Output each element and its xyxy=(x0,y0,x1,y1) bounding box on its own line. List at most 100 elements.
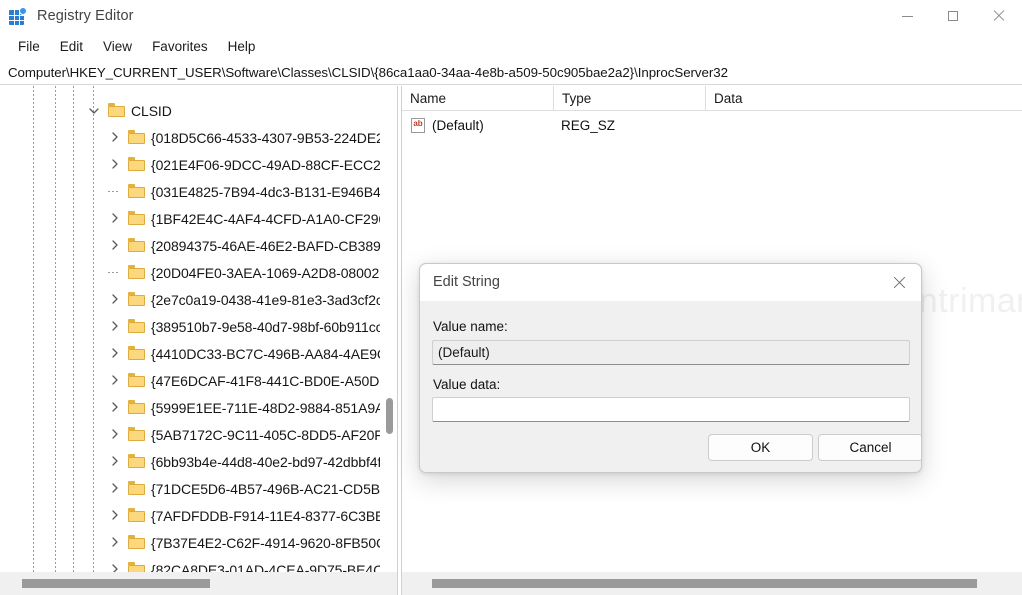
chevron-right-icon[interactable] xyxy=(106,237,122,253)
tree-item-label: {5999E1EE-711E-48D2-9884-851A9A6B1A11} xyxy=(151,399,380,416)
close-icon xyxy=(993,10,1005,22)
folder-icon xyxy=(128,373,145,387)
chevron-right-icon[interactable] xyxy=(106,156,122,172)
chevron-right-icon[interactable] xyxy=(106,129,122,145)
address-bar[interactable]: Computer\HKEY_CURRENT_USER\Software\Clas… xyxy=(0,60,1022,85)
folder-icon xyxy=(128,400,145,414)
value-name-input[interactable]: (Default) xyxy=(432,340,910,365)
chevron-right-icon[interactable] xyxy=(106,561,122,572)
tree-item-label: {20D04FE0-3AEA-1069-A2D8-08002B30309D} xyxy=(151,264,380,281)
tree-item-label: {20894375-46AE-46E2-BAFD-CB38975CDCE6} xyxy=(151,237,380,254)
tree-item[interactable]: {021E4F06-9DCC-49AD-88CF-ECC2DA314C8A} xyxy=(0,151,380,178)
tree-item-label: {389510b7-9e58-40d7-98bf-60b911cc7f93} xyxy=(151,318,380,335)
chevron-right-icon[interactable] xyxy=(106,534,122,550)
tree-connector xyxy=(108,191,120,192)
chevron-right-icon[interactable] xyxy=(106,453,122,469)
tree-item[interactable]: {71DCE5D6-4B57-496B-AC21-CD5B54EB93F5} xyxy=(0,475,380,502)
dialog-close-button[interactable] xyxy=(877,264,921,300)
folder-icon xyxy=(128,454,145,468)
tree-item[interactable]: {2e7c0a19-0438-41e9-81e3-3ad3cf2cb0e9} xyxy=(0,286,380,313)
tree-item-label: CLSID xyxy=(131,102,172,119)
folder-icon xyxy=(128,346,145,360)
registry-tree[interactable]: CLSID {018D5C66-4533-4307-9B53-224DE2ED1F… xyxy=(0,86,380,572)
value-name-cell: (Default) xyxy=(432,117,484,133)
folder-icon xyxy=(128,265,145,279)
tree-horizontal-scrollbar[interactable] xyxy=(0,572,397,595)
tree-item-label: {7AFDFDDB-F914-11E4-8377-6C3BE50D980C} xyxy=(151,507,380,524)
minimize-icon xyxy=(901,15,913,17)
folder-icon xyxy=(128,562,145,572)
folder-icon xyxy=(128,481,145,495)
tree-item-label: {47E6DCAF-41F8-441C-BD0E-A50D6C4F0C48} xyxy=(151,372,380,389)
tree-scrollbar-thumb[interactable] xyxy=(386,398,393,434)
folder-icon xyxy=(128,508,145,522)
tree-hscrollbar-thumb[interactable] xyxy=(22,579,210,588)
cancel-button[interactable]: Cancel xyxy=(818,434,921,461)
dialog-title: Edit String xyxy=(433,274,500,290)
value-data-input[interactable] xyxy=(432,397,910,422)
tree-item[interactable]: {6bb93b4e-44d8-40e2-bd97-42dbbf4ff3e2} xyxy=(0,448,380,475)
close-button[interactable] xyxy=(976,0,1022,32)
window-controls xyxy=(884,0,1022,32)
chevron-right-icon[interactable] xyxy=(106,345,122,361)
chevron-right-icon[interactable] xyxy=(106,480,122,496)
tree-item[interactable]: {20894375-46AE-46E2-BAFD-CB38975CDCE6} xyxy=(0,232,380,259)
maximize-icon xyxy=(948,11,958,21)
tree-item[interactable]: {7B37E4E2-C62F-4914-9620-8FB50C4E2F5C} xyxy=(0,529,380,556)
menu-item-favorites[interactable]: Favorites xyxy=(142,36,218,57)
tree-item[interactable]: {47E6DCAF-41F8-441C-BD0E-A50D6C4F0C48} xyxy=(0,367,380,394)
tree-item-label: {71DCE5D6-4B57-496B-AC21-CD5B54EB93F5} xyxy=(151,480,380,497)
dialog-title-bar: Edit String xyxy=(420,264,921,301)
tree-item-label: {018D5C66-4533-4307-9B53-224DE2ED1FE6} xyxy=(151,129,380,146)
tree-item[interactable]: {018D5C66-4533-4307-9B53-224DE2ED1FE6} xyxy=(0,124,380,151)
ok-button[interactable]: OK xyxy=(708,434,813,461)
tree-item-label: {6bb93b4e-44d8-40e2-bd97-42dbbf4ff3e2} xyxy=(151,453,380,470)
chevron-right-icon[interactable] xyxy=(106,291,122,307)
column-header-name[interactable]: Name xyxy=(402,86,553,110)
tree-item[interactable]: {031E4825-7B94-4dc3-B131-E946B44C8DD5} xyxy=(0,178,380,205)
tree-item-label: {82CA8DE3-01AD-4CEA-9D75-BE4C51810A9E} xyxy=(151,561,380,573)
tree-item[interactable]: {7AFDFDDB-F914-11E4-8377-6C3BE50D980C} xyxy=(0,502,380,529)
column-header-data[interactable]: Data xyxy=(705,86,1022,110)
chevron-right-icon[interactable] xyxy=(106,399,122,415)
tree-item-label: {5AB7172C-9C11-405C-8DD5-AF20F3606282} xyxy=(151,426,380,443)
chevron-right-icon[interactable] xyxy=(106,507,122,523)
folder-icon xyxy=(128,157,145,171)
folder-icon xyxy=(128,292,145,306)
registry-editor-icon xyxy=(9,6,27,25)
value-type-cell: REG_SZ xyxy=(561,117,616,133)
chevron-down-icon[interactable] xyxy=(86,102,102,118)
tree-item-label: {2e7c0a19-0438-41e9-81e3-3ad3cf2cb0e9} xyxy=(151,291,380,308)
menu-item-help[interactable]: Help xyxy=(218,36,266,57)
maximize-button[interactable] xyxy=(930,0,976,32)
tree-connector xyxy=(108,272,120,273)
tree-item[interactable]: {20D04FE0-3AEA-1069-A2D8-08002B30309D} xyxy=(0,259,380,286)
menu-item-view[interactable]: View xyxy=(93,36,142,57)
list-hscrollbar-thumb[interactable] xyxy=(432,579,977,588)
column-header-type[interactable]: Type xyxy=(553,86,705,110)
minimize-button[interactable] xyxy=(884,0,930,32)
folder-icon xyxy=(128,319,145,333)
menu-item-edit[interactable]: Edit xyxy=(50,36,93,57)
tree-item-label: {021E4F06-9DCC-49AD-88CF-ECC2DA314C8A} xyxy=(151,156,380,173)
tree-item[interactable]: {389510b7-9e58-40d7-98bf-60b911cc7f93} xyxy=(0,313,380,340)
menu-item-file[interactable]: File xyxy=(8,36,50,57)
value-name-label: Value name: xyxy=(433,319,508,334)
tree-item[interactable]: CLSID xyxy=(0,97,380,124)
tree-item[interactable]: {1BF42E4C-4AF4-4CFD-A1A0-CF2960B8F63E} xyxy=(0,205,380,232)
value-data-label: Value data: xyxy=(433,377,501,392)
tree-item-label: {031E4825-7B94-4dc3-B131-E946B44C8DD5} xyxy=(151,183,380,200)
chevron-right-icon[interactable] xyxy=(106,210,122,226)
tree-item[interactable]: {5999E1EE-711E-48D2-9884-851A9A6B1A11} xyxy=(0,394,380,421)
tree-item[interactable]: {82CA8DE3-01AD-4CEA-9D75-BE4C51810A9E} xyxy=(0,556,380,572)
chevron-right-icon[interactable] xyxy=(106,372,122,388)
list-horizontal-scrollbar[interactable] xyxy=(402,572,1022,595)
tree-item[interactable]: {5AB7172C-9C11-405C-8DD5-AF20F3606282} xyxy=(0,421,380,448)
tree-item[interactable]: {4410DC33-BC7C-496B-AA84-4AE9C4E7E28C} xyxy=(0,340,380,367)
table-row[interactable]: ab (Default) REG_SZ xyxy=(402,113,1022,137)
chevron-right-icon[interactable] xyxy=(106,426,122,442)
chevron-right-icon[interactable] xyxy=(106,318,122,334)
tree-vertical-scrollbar[interactable] xyxy=(382,86,397,572)
list-column-header: Name Type Data xyxy=(402,86,1022,111)
string-value-icon: ab xyxy=(411,117,426,133)
